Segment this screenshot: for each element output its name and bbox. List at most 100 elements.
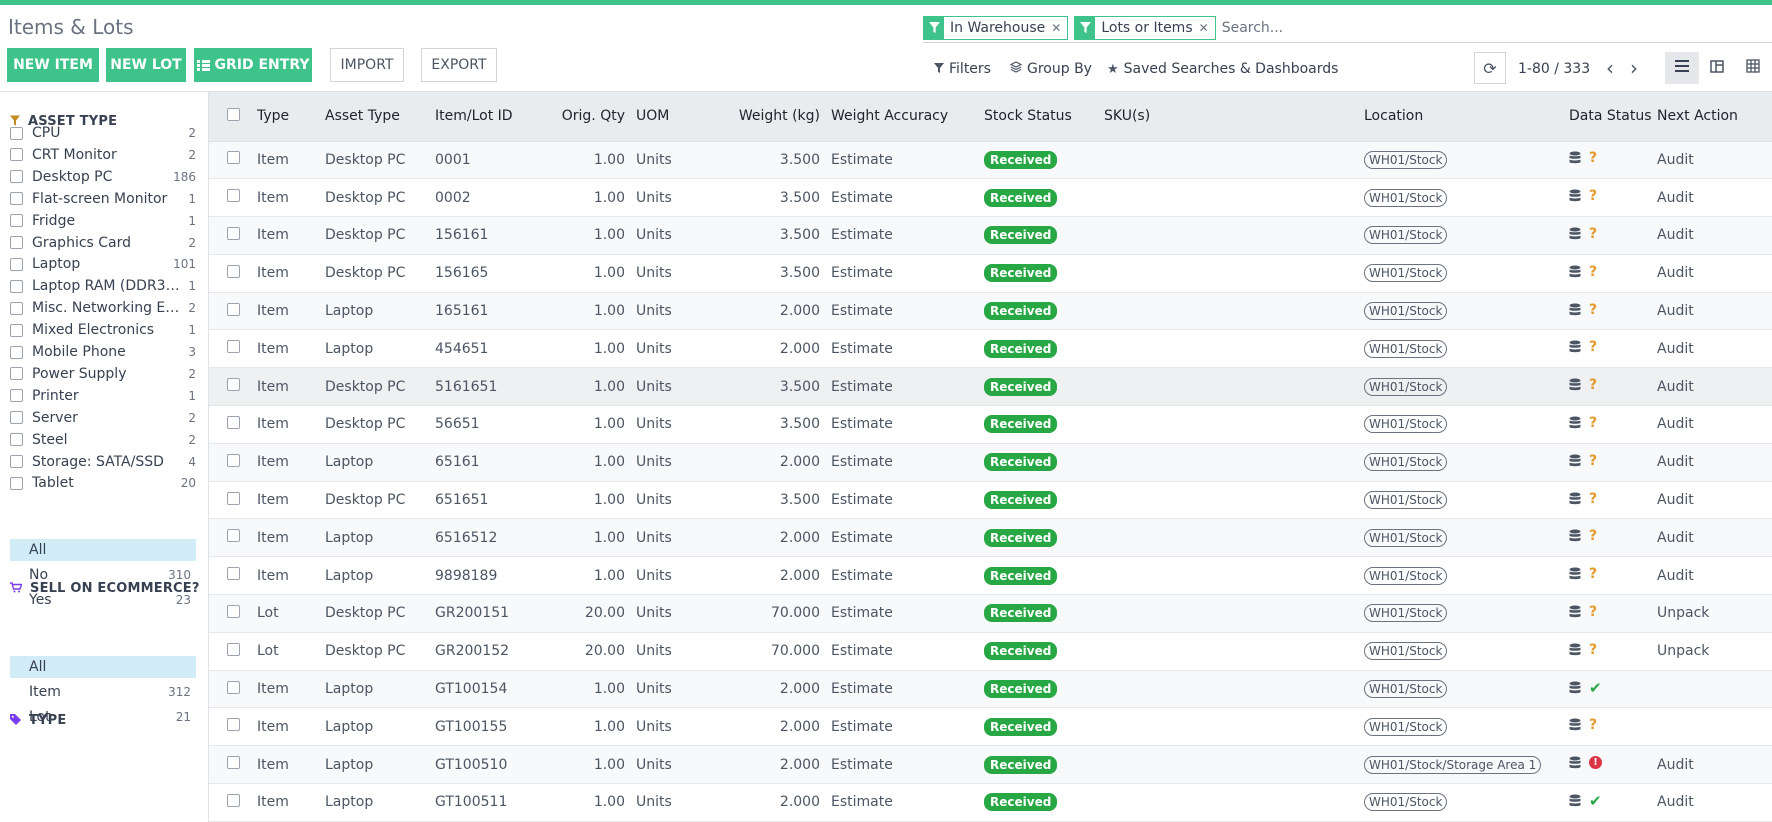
ecommerce-option[interactable]: Yes 23 — [10, 589, 196, 611]
search-facet-in-warehouse[interactable]: In Warehouse ✕ — [923, 15, 1069, 40]
table-row[interactable]: Item Laptop 65161 1.00 Units 2.000 Estimate Rec… — [209, 443, 1772, 482]
row-checkbox[interactable] — [227, 491, 240, 505]
filter-checkbox[interactable] — [10, 170, 23, 184]
column-header-stock-status[interactable]: Stock Status — [981, 92, 1101, 142]
row-checkbox-cell[interactable] — [209, 329, 254, 369]
table-row[interactable]: Item Desktop PC 0001 1.00 Units 3.500 Estimate… — [209, 141, 1772, 180]
import-button[interactable]: IMPORT — [330, 48, 404, 82]
row-checkbox-cell[interactable] — [209, 292, 254, 331]
column-header-location[interactable]: Location — [1361, 92, 1566, 142]
column-header-data-status[interactable]: Data Status — [1566, 92, 1654, 142]
row-checkbox-cell[interactable] — [209, 254, 254, 293]
refresh-button[interactable]: ⟳ — [1474, 52, 1506, 84]
table-row[interactable]: Item Laptop GT100511 1.00 Units 2.000 Estimate… — [209, 783, 1772, 822]
row-checkbox[interactable] — [227, 151, 240, 165]
filter-checkbox[interactable] — [10, 236, 23, 249]
asset-type-filter-item[interactable]: Mixed Electronics 1 — [10, 319, 196, 341]
row-checkbox[interactable] — [227, 793, 240, 807]
table-row[interactable]: Item Desktop PC 0002 1.00 Units 3.500 Estimate… — [209, 178, 1772, 218]
filter-checkbox[interactable] — [10, 345, 23, 359]
export-button[interactable]: EXPORT — [421, 48, 497, 82]
table-row[interactable]: Lot Desktop PC GR200151 20.00 Units 70.000 Est… — [209, 594, 1772, 633]
close-icon[interactable]: ✕ — [1051, 17, 1067, 39]
row-checkbox[interactable] — [227, 415, 240, 429]
grid-entry-button[interactable]: GRID ENTRY — [194, 48, 312, 82]
list-view-button[interactable] — [1665, 52, 1699, 84]
filter-checkbox[interactable] — [10, 214, 23, 228]
table-row[interactable]: Lot Desktop PC GR200152 20.00 Units 70.000 Est… — [209, 632, 1772, 671]
filter-checkbox[interactable] — [10, 476, 23, 490]
row-checkbox-cell[interactable] — [209, 443, 254, 482]
search-facet-lots-or-items[interactable]: Lots or Items ✕ — [1074, 15, 1216, 40]
row-checkbox[interactable] — [227, 189, 240, 203]
row-checkbox[interactable] — [227, 756, 240, 770]
row-checkbox[interactable] — [227, 264, 240, 278]
filter-checkbox[interactable] — [10, 148, 23, 162]
table-row[interactable]: Item Laptop 9898189 1.00 Units 2.000 Estimate R… — [209, 556, 1772, 596]
column-header-weight[interactable]: Weight (kg) — [693, 92, 828, 142]
row-checkbox-cell[interactable] — [209, 367, 254, 407]
asset-type-filter-item[interactable]: Printer 1 — [10, 385, 196, 407]
table-row[interactable]: Item Laptop GT100154 1.00 Units 2.000 Estimate… — [209, 670, 1772, 709]
row-checkbox-cell[interactable] — [209, 178, 254, 218]
row-checkbox[interactable] — [227, 453, 240, 467]
row-checkbox[interactable] — [227, 226, 240, 240]
row-checkbox[interactable] — [227, 567, 240, 581]
table-row[interactable]: Item Desktop PC 156165 1.00 Units 3.500 Estima… — [209, 254, 1772, 293]
table-row[interactable]: Item Laptop 165161 1.00 Units 2.000 Estimate Re… — [209, 292, 1772, 331]
pager-value[interactable]: 1-80 / 333 — [1518, 61, 1590, 77]
ecommerce-option[interactable]: All — [10, 539, 196, 561]
row-checkbox[interactable] — [227, 680, 240, 694]
asset-type-filter-item[interactable]: Flat-screen Monitor 1 — [10, 188, 196, 210]
column-header-id[interactable]: Item/Lot ID — [432, 92, 542, 142]
table-row[interactable]: Item Laptop 454651 1.00 Units 2.000 Estimate Re… — [209, 329, 1772, 369]
asset-type-filter-item[interactable]: Laptop RAM (DDR3 S... 1 — [10, 275, 196, 297]
filter-checkbox[interactable] — [10, 192, 23, 206]
filter-checkbox[interactable] — [10, 279, 23, 293]
select-all-checkbox[interactable] — [227, 107, 240, 121]
row-checkbox[interactable] — [227, 604, 240, 618]
row-checkbox-cell[interactable] — [209, 670, 254, 709]
row-checkbox-cell[interactable] — [209, 745, 254, 785]
asset-type-filter-item[interactable]: Steel 2 — [10, 429, 196, 451]
filter-checkbox[interactable] — [10, 257, 23, 271]
column-header-weight-accuracy[interactable]: Weight Accuracy — [828, 92, 981, 142]
search-bar[interactable]: In Warehouse ✕ Lots or Items ✕ — [923, 13, 1772, 43]
asset-type-filter-item[interactable]: Server 2 — [10, 407, 196, 429]
asset-type-filter-item[interactable]: Tablet 20 — [10, 472, 196, 494]
ecommerce-option[interactable]: No 310 — [10, 564, 196, 586]
row-checkbox-cell[interactable] — [209, 707, 254, 747]
saved-searches-dropdown[interactable]: ★ Saved Searches & Dashboards — [1107, 61, 1338, 77]
row-checkbox[interactable] — [227, 642, 240, 656]
filter-checkbox[interactable] — [10, 433, 23, 447]
row-checkbox[interactable] — [227, 529, 240, 543]
group-by-dropdown[interactable]: Group By — [1009, 61, 1092, 77]
row-checkbox-cell[interactable] — [209, 481, 254, 520]
row-checkbox-cell[interactable] — [209, 405, 254, 444]
row-checkbox-cell[interactable] — [209, 518, 254, 558]
filter-checkbox[interactable] — [10, 389, 23, 403]
asset-type-filter-item[interactable]: CPU 2 — [10, 122, 196, 144]
row-checkbox[interactable] — [227, 378, 240, 392]
filter-checkbox[interactable] — [10, 455, 23, 468]
row-checkbox[interactable] — [227, 340, 240, 354]
filter-checkbox[interactable] — [10, 126, 23, 140]
table-row[interactable]: Item Desktop PC 156161 1.00 Units 3.500 Estima… — [209, 216, 1772, 255]
row-checkbox[interactable] — [227, 718, 240, 732]
search-input[interactable] — [1221, 19, 1772, 36]
column-header-type[interactable]: Type — [254, 92, 322, 142]
column-header-uom[interactable]: UOM — [633, 92, 693, 142]
new-lot-button[interactable]: NEW LOT — [106, 48, 186, 82]
asset-type-filter-item[interactable]: Power Supply 2 — [10, 363, 196, 385]
row-checkbox-cell[interactable] — [209, 216, 254, 255]
filter-checkbox[interactable] — [10, 367, 23, 381]
select-all-checkbox-cell[interactable] — [209, 92, 254, 142]
asset-type-filter-item[interactable]: Laptop 101 — [10, 253, 196, 275]
column-header-skus[interactable]: SKU(s) — [1101, 92, 1361, 142]
asset-type-filter-item[interactable]: Graphics Card 2 — [10, 232, 196, 254]
grid-view-button[interactable] — [1736, 52, 1770, 84]
row-checkbox-cell[interactable] — [209, 556, 254, 596]
table-row[interactable]: Item Laptop GT100155 1.00 Units 2.000 Estimate… — [209, 707, 1772, 747]
column-header-next-action[interactable]: Next Action — [1654, 92, 1772, 142]
type-option[interactable]: Item 312 — [10, 681, 196, 703]
